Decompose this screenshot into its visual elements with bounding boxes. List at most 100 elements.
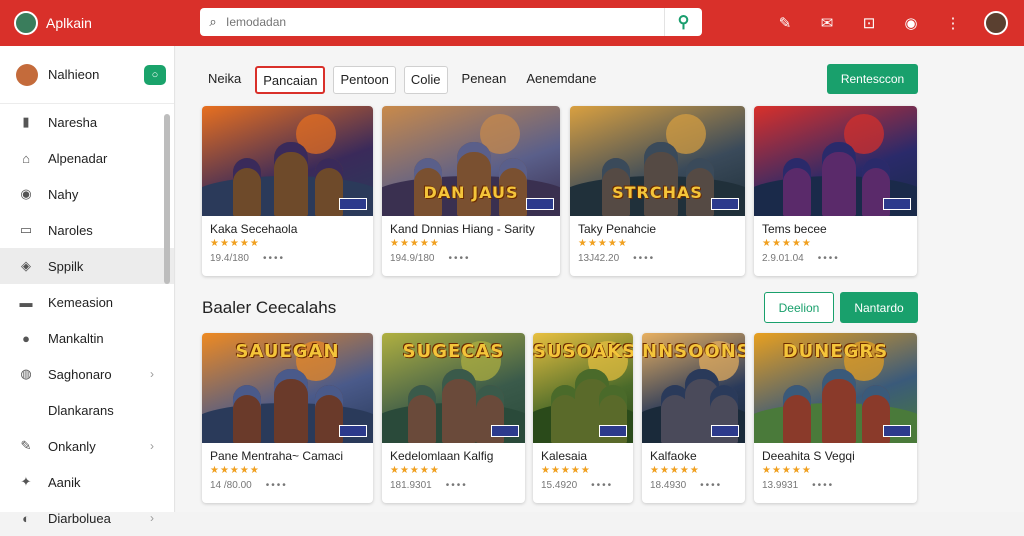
search-bar: ⌕ ⚲ [200, 8, 702, 36]
sidebar-item[interactable]: ▭ Naroles [0, 212, 174, 248]
tab[interactable]: Pentoon [333, 66, 396, 94]
sidebar-item[interactable]: ● Mankaltin [0, 320, 174, 356]
more-options-icon[interactable]: •••• [446, 480, 468, 491]
more-options-icon[interactable]: •••• [266, 480, 288, 491]
tab[interactable]: Neika [202, 66, 247, 94]
app-logo [14, 11, 38, 35]
sidebar-item-label: Naresha [48, 114, 98, 130]
sidebar-item-label: Nahy [48, 186, 79, 202]
sidebar-item-label: Dlankarans [48, 402, 114, 418]
game-cover-image: DUNEGRS [754, 333, 917, 443]
game-cover-image [754, 106, 917, 216]
rating-badge-icon [711, 198, 739, 210]
chat-icon[interactable]: ✉ [816, 14, 838, 32]
search-button[interactable]: ⚲ [664, 8, 702, 36]
rating-badge-icon [339, 425, 367, 437]
game-card[interactable]: STRCHAS Taky Penahcie ★★★★★ 13J42.20 •••• [570, 106, 745, 276]
game-card[interactable]: NNSOONS Kalfaoke ★★★★★ 18.4930 •••• [642, 333, 745, 503]
star-rating: ★★★★★ [210, 238, 260, 249]
globe-icon: ◍ [20, 366, 32, 381]
bookmark-icon[interactable]: ⊡ [858, 14, 880, 32]
rating-badge-icon [339, 198, 367, 210]
user-avatar[interactable] [984, 11, 1008, 35]
more-options-icon[interactable]: •••• [591, 480, 613, 491]
game-card[interactable]: Tems becee ★★★★★ 2.9.01.04 •••• [754, 106, 917, 276]
game-logo-text: NNSOONS [642, 341, 745, 362]
sidebar-item[interactable]: ✎ Onkanly › [0, 428, 174, 464]
pen-icon: ✎ [20, 438, 32, 453]
game-cover-image: SAUEGAN [202, 333, 373, 443]
top-bar: Aplkain ⌕ ⚲ ✎ ✉ ⊡ ◉ ⋮ [0, 0, 1024, 46]
tag-icon: ◈ [21, 258, 31, 273]
sidebar-list: ▮ Naresha ⌂ Alpenadar ◉ Nahy ▭ Naroles ◈ Sppilk ▬ K… [0, 104, 174, 536]
section-outline-button[interactable]: Deelion [764, 292, 834, 323]
help-icon[interactable]: ✎ [774, 14, 796, 32]
card-icon: ▬ [19, 294, 33, 310]
sidebar-scrollbar[interactable] [164, 114, 170, 284]
tab[interactable]: Penean [456, 66, 513, 94]
sidebar-item[interactable]: •Dlankarans [0, 392, 174, 428]
game-cover-image: STRCHAS [570, 106, 745, 216]
game-card[interactable]: DUNEGRS Deeahita S Vegqi ★★★★★ 13.9931 •••• [754, 333, 917, 503]
chevron-right-icon[interactable]: › [150, 511, 154, 525]
sidebar-item-label: Diarboluea [48, 510, 111, 526]
top-action-button[interactable]: Rentesccon [827, 64, 918, 94]
sidebar-item[interactable]: ◉ Nahy [0, 176, 174, 212]
game-title: Kedelomlaan Kalfig [390, 449, 494, 463]
game-stats: 19.4/180 [210, 253, 249, 264]
top-actions: ✎ ✉ ⊡ ◉ ⋮ [774, 0, 1008, 46]
rating-badge-icon [883, 425, 911, 437]
more-options-icon[interactable]: •••• [812, 480, 834, 491]
tab[interactable]: Colie [403, 66, 448, 94]
card-meta: 13.9931 •••• [754, 476, 917, 495]
sidebar-item[interactable]: ⌂ Alpenadar [0, 140, 174, 176]
search-input[interactable] [226, 9, 664, 35]
game-logo-text: SUSOAKS [533, 341, 633, 362]
chevron-right-icon[interactable]: › [150, 439, 154, 453]
game-stats: 15.4920 [541, 480, 578, 491]
game-card[interactable]: DAN JAUS Kand Dnnias Hiang - Sarity ★★★★★ 1… [382, 106, 560, 276]
section-title: Baaler Ceecalahs [202, 298, 337, 317]
more-options-icon[interactable]: •••• [818, 253, 840, 264]
home-icon: ⌂ [22, 150, 30, 166]
game-card[interactable]: SUSOAKS Kalesaia ★★★★★ 15.4920 •••• [533, 333, 633, 503]
game-card[interactable]: Kaka Secehaola ★★★★★ 19.4/180 •••• [202, 106, 373, 276]
sidebar-item[interactable]: ◍ Saghonaro › [0, 356, 174, 392]
more-options-icon[interactable]: •••• [700, 480, 722, 491]
star-rating: ★★★★★ [578, 238, 628, 249]
brand[interactable]: Aplkain [0, 11, 190, 35]
more-options-icon[interactable]: •••• [263, 253, 285, 264]
chevron-right-icon[interactable]: › [150, 367, 154, 381]
more-options-icon[interactable]: •••• [633, 253, 655, 264]
sidebar-item[interactable]: ✦ Aanik [0, 464, 174, 500]
star-rating: ★★★★★ [390, 465, 440, 476]
sidebar-item-label: Aanik [48, 474, 81, 490]
user-icon: ◐ [22, 510, 30, 526]
sidebar-item[interactable]: ◐ Diarboluea › [0, 500, 174, 536]
sidebar-item[interactable]: ◈ Sppilk [0, 248, 174, 284]
game-title: Deeahita S Vegqi [762, 449, 855, 463]
notification-icon[interactable]: ◉ [900, 14, 922, 32]
sidebar-item[interactable]: ▮ Naresha [0, 104, 174, 140]
sidebar-header: Nalhieon ○ [0, 46, 174, 104]
star-rating: ★★★★★ [210, 465, 260, 476]
tab[interactable]: Pancaian [255, 66, 326, 94]
rating-badge-icon [883, 198, 911, 210]
more-options-icon[interactable]: •••• [449, 253, 471, 264]
game-cover-image: SUGECAS [382, 333, 525, 443]
sidebar-item[interactable]: ▬ Kemeasion [0, 284, 174, 320]
sidebar-toggle-button[interactable]: ○ [144, 64, 166, 85]
star-rating: ★★★★★ [762, 238, 812, 249]
game-card[interactable]: SUGECAS Kedelomlaan Kalfig ★★★★★ 181.9301 ••… [382, 333, 525, 503]
tab[interactable]: Aenemdane [520, 66, 602, 94]
game-card[interactable]: SAUEGAN Pane Mentraha~ Camaci ★★★★★ 14 /80.… [202, 333, 373, 503]
game-stats: 18.4930 [650, 480, 687, 491]
location-icon: ◉ [20, 186, 32, 201]
section-green-button[interactable]: Nantardo [840, 292, 918, 323]
game-stats: 14 /80.00 [210, 480, 252, 491]
card-meta: 194.9/180 •••• [382, 249, 560, 268]
folder-icon: ▭ [19, 222, 33, 237]
sidebar: Nalhieon ○ ▮ Naresha ⌂ Alpenadar ◉ Nahy ▭ Narol… [0, 46, 175, 526]
more-icon[interactable]: ⋮ [942, 14, 964, 32]
rating-badge-icon [526, 198, 554, 210]
